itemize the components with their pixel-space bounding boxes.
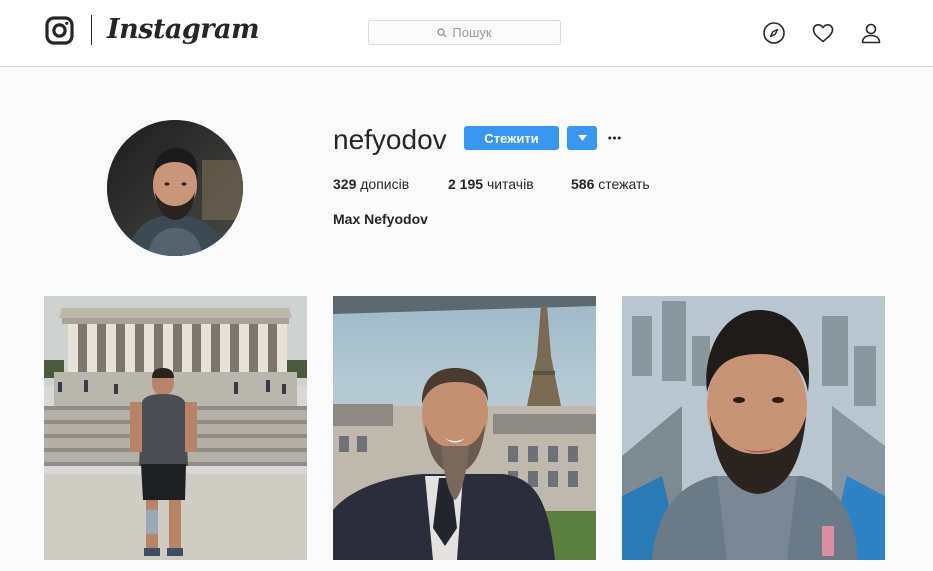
explore-compass-icon[interactable] bbox=[762, 21, 786, 45]
posts-label: дописів bbox=[360, 176, 410, 192]
profile-full-name: Max Nefyodov bbox=[333, 211, 428, 227]
activity-heart-icon[interactable] bbox=[811, 21, 835, 45]
avatar-photo bbox=[107, 120, 243, 256]
post-thumbnail-lincoln-memorial[interactable] bbox=[44, 296, 307, 560]
followers-stat[interactable]: 2 195 читачів bbox=[448, 176, 534, 192]
following-label: стежать bbox=[598, 176, 650, 192]
search-placeholder: Пошук bbox=[452, 25, 492, 40]
ellipsis-icon bbox=[607, 136, 621, 140]
following-count: 586 bbox=[571, 176, 595, 192]
profile-avatar[interactable] bbox=[107, 120, 243, 256]
profile-user-icon[interactable] bbox=[859, 21, 883, 45]
following-stat[interactable]: 586 стежать bbox=[571, 176, 650, 192]
more-options-button[interactable] bbox=[606, 126, 622, 150]
posts-count-stat: 329 дописів bbox=[333, 176, 409, 192]
follow-button[interactable]: Стежити bbox=[464, 126, 559, 150]
post-photo bbox=[44, 296, 307, 560]
profile-username: nefyodov bbox=[333, 124, 447, 155]
instagram-wordmark[interactable]: Instagram bbox=[107, 13, 260, 47]
logo-divider bbox=[91, 15, 92, 45]
followers-count: 2 195 bbox=[448, 176, 484, 192]
followers-label: читачів bbox=[486, 176, 534, 192]
search-icon bbox=[437, 27, 447, 37]
post-thumbnail-city-selfie[interactable] bbox=[622, 296, 885, 560]
instagram-logo-icon[interactable] bbox=[45, 16, 74, 45]
post-thumbnail-eiffel-tower[interactable] bbox=[333, 296, 596, 560]
post-photo bbox=[333, 296, 596, 560]
posts-count: 329 bbox=[333, 176, 357, 192]
post-photo bbox=[622, 296, 885, 560]
search-input[interactable]: Пошук bbox=[368, 20, 561, 45]
suggestions-dropdown-button[interactable] bbox=[567, 126, 597, 150]
caret-down-icon bbox=[577, 135, 587, 141]
top-navigation-bar: Instagram Пошук bbox=[0, 0, 933, 67]
